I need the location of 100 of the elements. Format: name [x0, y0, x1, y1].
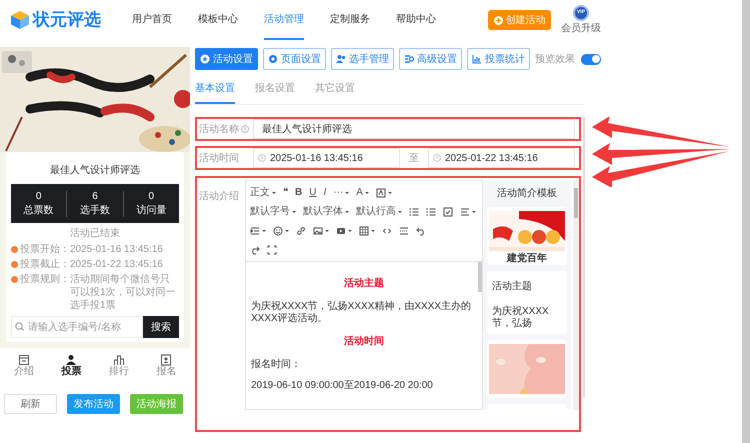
caret-icon	[345, 190, 350, 194]
info-label: 投票开始：	[20, 243, 70, 256]
stat-label: 选手数	[80, 204, 110, 216]
divider-icon	[399, 226, 409, 236]
stat-label: 访问量	[136, 204, 166, 216]
calendar-icon	[18, 354, 30, 366]
table-icon	[359, 226, 369, 236]
toolbar-button[interactable]	[443, 206, 453, 216]
info-label: 投票规则：	[20, 273, 70, 286]
template-caption: 建党百年	[506, 253, 548, 265]
nav-link[interactable]: 活动管理	[264, 0, 304, 40]
toolbar-button[interactable]: U	[309, 185, 316, 200]
editor-scrollbar[interactable]	[478, 262, 482, 292]
toolbar-button[interactable]	[250, 226, 266, 236]
nav-link[interactable]: 用户首页	[132, 0, 172, 40]
toolbar-tab[interactable]: 活动设置	[195, 48, 258, 70]
name-field[interactable]: 最佳人气设计师评选	[253, 119, 575, 139]
cube-logo-icon	[10, 10, 30, 30]
toolbar-button[interactable]	[382, 226, 392, 236]
toolbar-button[interactable]	[313, 226, 329, 236]
info-dot-icon	[11, 276, 18, 283]
caret-icon	[262, 228, 266, 232]
date-field[interactable]: 2025-01-16 13:45:16	[253, 148, 400, 168]
link-icon	[296, 226, 306, 236]
toolbar-button[interactable]	[336, 226, 352, 236]
vip-upgrade-link[interactable]: 会员升级	[561, 20, 601, 36]
toolbar-tab[interactable]: 投票统计	[467, 48, 530, 70]
toolbar-button[interactable]	[376, 188, 392, 198]
toolbar-button[interactable]: A	[356, 185, 369, 200]
template-card[interactable]: 活动主题 为庆祝XXXX节，弘扬	[487, 271, 567, 334]
toolbar-button[interactable]	[399, 226, 409, 236]
toolbar-button[interactable]: I	[323, 185, 326, 200]
toolbar-button[interactable]	[267, 244, 277, 254]
logo-text: 状元评选	[33, 9, 102, 32]
clock-icon	[433, 154, 441, 162]
template-heading: 活动主题	[491, 280, 533, 294]
toolbar-tab[interactable]: 选手管理	[331, 48, 394, 70]
toolbar-button[interactable]	[273, 226, 289, 236]
star-circle-icon	[200, 54, 210, 64]
bottom-nav-tab[interactable]: 介绍	[0, 351, 48, 381]
toolbar-button[interactable]: 默认字号	[250, 204, 296, 219]
redo-icon	[250, 244, 260, 254]
preview-toggle[interactable]	[581, 54, 601, 64]
toolbar-button[interactable]: 默认行高	[356, 204, 402, 219]
stat-value: 0	[148, 190, 154, 202]
template-card[interactable]: 建党百年	[487, 207, 567, 265]
caret-icon	[364, 190, 369, 194]
date-field[interactable]: 2025-01-22 13:45:16	[428, 148, 575, 168]
toolbar-button[interactable]	[409, 206, 419, 216]
caret-icon	[272, 190, 276, 194]
video-icon	[336, 226, 346, 236]
search-field[interactable]: 请输入选手编号/名称	[11, 316, 143, 338]
field-label: 活动介绍	[199, 191, 239, 202]
caret-icon	[472, 210, 476, 214]
info-label: 投票截止：	[20, 258, 70, 271]
toolbar-button[interactable]	[460, 206, 476, 216]
nav-link[interactable]: 帮助中心	[396, 0, 436, 40]
panel-scrollbar[interactable]	[573, 180, 579, 410]
info-value: 活动期间每个微信号只可以投1次，可以对同一选手投1票	[70, 273, 177, 312]
toolbar-button[interactable]	[416, 226, 426, 236]
checklist-icon	[443, 206, 453, 216]
field-label: 活动时间	[199, 152, 239, 166]
page-scrollbar[interactable]	[742, 0, 750, 443]
toolbar-button[interactable]: ···	[333, 185, 350, 200]
toolbar-tab[interactable]: 页面设置	[263, 48, 326, 70]
stat-value: 6	[92, 190, 98, 202]
caret-icon	[388, 190, 392, 194]
align-icon	[460, 206, 470, 216]
person-icon	[65, 354, 78, 366]
users-icon	[336, 54, 346, 64]
settings-tab[interactable]: 基本设置	[195, 81, 235, 104]
toolbar-button[interactable]	[426, 206, 436, 216]
toolbar-button[interactable]: 正文	[250, 185, 276, 200]
text-background-icon	[376, 188, 386, 198]
caret-icon	[348, 228, 352, 232]
nav-link[interactable]: 定制服务	[330, 0, 370, 40]
toolbar-button[interactable]	[359, 226, 375, 236]
clock-icon	[258, 154, 266, 162]
toolbar-button[interactable]	[250, 244, 260, 254]
caret-icon	[325, 228, 329, 232]
caret-icon	[398, 210, 402, 214]
form-scrollbar[interactable]	[583, 117, 585, 397]
search-button[interactable]: 搜索	[143, 316, 179, 338]
bottom-nav-tab[interactable]: 排行	[95, 351, 142, 381]
toolbar-button[interactable]: ❝	[283, 185, 288, 200]
toolbar-button[interactable]	[296, 226, 306, 236]
content-paragraph: 2019-06-10 09:00:00至2019-06-20 20:00	[251, 380, 434, 392]
bottom-nav-tab[interactable]: 报名	[142, 351, 190, 381]
info-value: 2025-01-16 13:45:16	[70, 243, 163, 256]
action-button[interactable]: 刷新	[4, 394, 57, 414]
toolbar-button[interactable]: 默认字体	[303, 204, 349, 219]
template-snippet: 为庆祝XXXX节，弘扬	[491, 306, 550, 330]
activity-status: 活动已结束	[69, 226, 121, 241]
toolbar-button[interactable]: B	[295, 185, 302, 200]
nav-link[interactable]: 模板中心	[198, 0, 238, 40]
bottom-nav-tab[interactable]: 投票	[48, 351, 95, 381]
caret-icon	[285, 228, 289, 232]
toolbar-tab[interactable]: 高级设置	[399, 48, 462, 70]
search-icon	[15, 322, 24, 331]
buildings-icon	[112, 354, 125, 366]
